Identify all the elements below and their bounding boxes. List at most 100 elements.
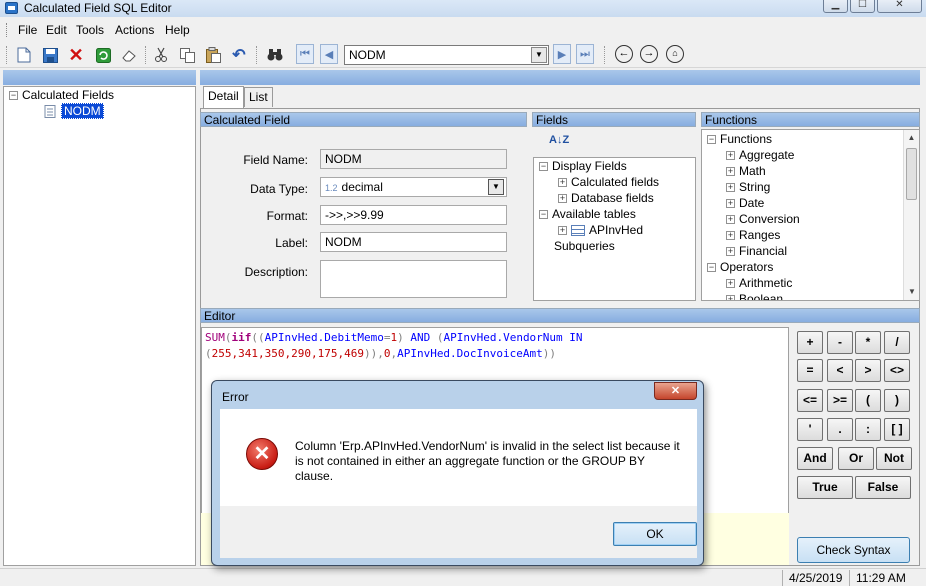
tree-node-conversion[interactable]: + Conversion <box>726 212 800 227</box>
sort-icon[interactable]: A↓Z <box>549 135 569 146</box>
minimize-button[interactable]: ▁ <box>823 0 848 13</box>
tab-detail[interactable]: Detail <box>203 86 244 108</box>
tree-node-functions[interactable]: − Functions <box>707 132 772 147</box>
ok-button[interactable]: OK <box>613 522 697 546</box>
op-close-paren-button[interactable]: ) <box>884 389 910 412</box>
first-record-button[interactable]: ⏮ <box>296 44 314 64</box>
format-field[interactable]: ->>,>>9.99 <box>320 205 507 225</box>
expand-icon[interactable]: + <box>726 279 735 289</box>
scrollbar-thumb[interactable] <box>906 148 917 200</box>
cut-icon[interactable] <box>151 45 171 65</box>
tree-node-operators[interactable]: − Operators <box>707 260 773 275</box>
binoculars-icon[interactable] <box>265 45 285 65</box>
collapse-icon[interactable]: − <box>707 263 716 273</box>
next-record-button[interactable]: ▶ <box>553 44 571 64</box>
tree-node-string[interactable]: + String <box>726 180 770 195</box>
label-field[interactable]: NODM <box>320 232 507 252</box>
op-not-button[interactable]: Not <box>876 447 912 470</box>
previous-record-button[interactable]: ◀ <box>320 44 338 64</box>
record-selector[interactable]: NODM ▼ <box>344 45 549 65</box>
op-less-equal-button[interactable]: <= <box>797 389 823 412</box>
tree-node-database-fields[interactable]: + Database fields <box>558 191 654 206</box>
save-icon[interactable] <box>40 45 60 65</box>
field-name-field[interactable]: NODM <box>320 149 507 169</box>
menu-edit[interactable]: Edit <box>44 22 69 38</box>
op-false-button[interactable]: False <box>855 476 911 499</box>
tree-node-date[interactable]: + Date <box>726 196 764 211</box>
expand-icon[interactable]: + <box>726 151 735 161</box>
scroll-up-icon[interactable]: ▲ <box>904 130 919 146</box>
copy-icon[interactable] <box>177 45 197 65</box>
expand-icon[interactable]: + <box>726 295 735 300</box>
tree-node-boolean[interactable]: + Boolean <box>726 292 783 300</box>
expand-icon[interactable]: + <box>726 167 735 177</box>
op-dot-button[interactable]: . <box>827 418 853 441</box>
expand-icon[interactable]: + <box>558 178 567 188</box>
data-type-select[interactable]: 1.2 decimal ▼ <box>320 177 507 197</box>
op-not-equal-button[interactable]: <> <box>884 359 910 382</box>
op-equals-button[interactable]: = <box>797 359 823 382</box>
op-brackets-button[interactable]: [ ] <box>884 418 910 441</box>
menu-tools[interactable]: Tools <box>74 22 106 38</box>
expand-icon[interactable]: + <box>726 215 735 225</box>
expand-icon[interactable]: + <box>558 194 567 204</box>
tree-node-subqueries[interactable]: Subqueries <box>554 239 615 254</box>
op-greater-than-button[interactable]: > <box>855 359 881 382</box>
tree-node-calculated-fields[interactable]: − Calculated Fields <box>9 88 114 103</box>
dialog-close-button[interactable]: ✕ <box>654 382 697 400</box>
delete-icon[interactable]: ✕ <box>66 45 86 65</box>
eraser-icon[interactable] <box>119 45 139 65</box>
menu-help[interactable]: Help <box>163 22 192 38</box>
expand-icon[interactable]: + <box>558 226 567 236</box>
expand-icon[interactable]: + <box>726 231 735 241</box>
collapse-icon[interactable]: − <box>707 135 716 145</box>
expand-icon[interactable]: + <box>726 247 735 257</box>
collapse-icon[interactable]: − <box>9 91 18 101</box>
collapse-icon[interactable]: − <box>539 210 548 220</box>
back-icon[interactable]: ← <box>615 45 633 63</box>
check-syntax-button[interactable]: Check Syntax <box>797 537 910 563</box>
home-icon[interactable]: ⌂ <box>666 45 684 63</box>
collapse-icon[interactable]: − <box>539 162 548 172</box>
menu-actions[interactable]: Actions <box>113 22 156 38</box>
expand-icon[interactable]: + <box>726 199 735 209</box>
description-field[interactable] <box>320 260 507 298</box>
tree-node-aggregate[interactable]: + Aggregate <box>726 148 794 163</box>
op-divide-button[interactable]: / <box>884 331 910 354</box>
maximize-button[interactable]: ☐ <box>850 0 875 13</box>
op-or-button[interactable]: Or <box>838 447 874 470</box>
menu-file[interactable]: File <box>16 22 39 38</box>
op-minus-button[interactable]: - <box>827 331 853 354</box>
op-less-than-button[interactable]: < <box>827 359 853 382</box>
op-multiply-button[interactable]: * <box>855 331 881 354</box>
functions-scrollbar[interactable]: ▲ ▼ <box>903 130 919 300</box>
scroll-down-icon[interactable]: ▼ <box>904 284 919 300</box>
last-record-button[interactable]: ⏭ <box>576 44 594 64</box>
op-plus-button[interactable]: + <box>797 331 823 354</box>
op-true-button[interactable]: True <box>797 476 853 499</box>
close-button[interactable]: ✕ <box>877 0 922 13</box>
op-and-button[interactable]: And <box>797 447 833 470</box>
op-open-paren-button[interactable]: ( <box>855 389 881 412</box>
tree-node-available-tables[interactable]: − Available tables <box>539 207 636 222</box>
tree-node-display-fields[interactable]: − Display Fields <box>539 159 627 174</box>
chevron-down-icon[interactable]: ▼ <box>531 47 547 63</box>
expand-icon[interactable]: + <box>726 183 735 193</box>
op-greater-equal-button[interactable]: >= <box>827 389 853 412</box>
tree-node-arithmetic[interactable]: + Arithmetic <box>726 276 792 291</box>
tree-node-nodm[interactable]: NODM <box>42 103 104 119</box>
tree-node-apinvhed[interactable]: + APInvHed <box>558 223 643 238</box>
paste-icon[interactable] <box>203 45 223 65</box>
op-colon-button[interactable]: : <box>855 418 881 441</box>
forward-icon[interactable]: → <box>640 45 658 63</box>
tree-node-ranges[interactable]: + Ranges <box>726 228 780 243</box>
tree-node-calculated-fields[interactable]: + Calculated fields <box>558 175 659 190</box>
tree-node-math[interactable]: + Math <box>726 164 766 179</box>
tab-list[interactable]: List <box>244 87 273 107</box>
undo-icon[interactable]: ↶ <box>229 45 249 65</box>
chevron-down-icon[interactable]: ▼ <box>488 179 504 195</box>
new-icon[interactable] <box>14 45 34 65</box>
op-quote-button[interactable]: ' <box>797 418 823 441</box>
tree-node-financial[interactable]: + Financial <box>726 244 787 259</box>
refresh-icon[interactable] <box>93 45 113 65</box>
